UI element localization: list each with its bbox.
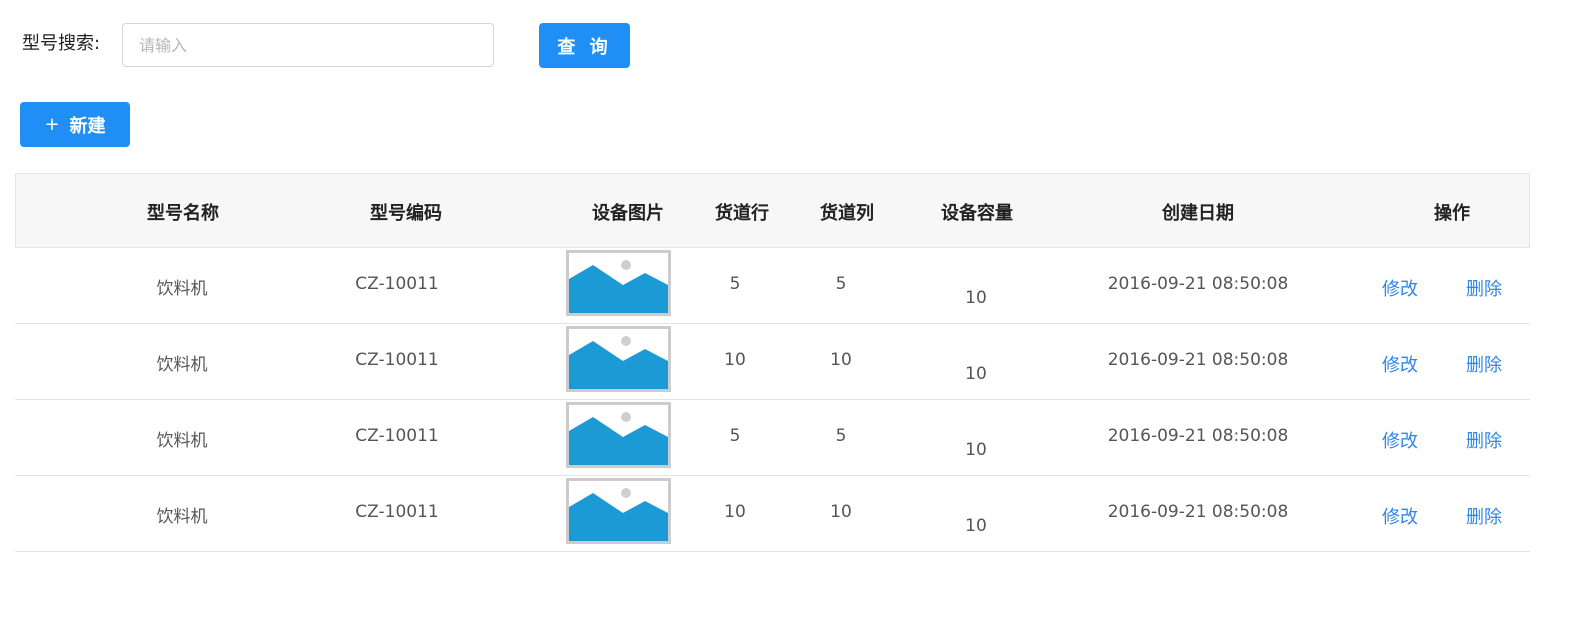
cell-model-code: CZ-10011: [355, 274, 439, 294]
add-model-button[interactable]: + 新建: [20, 102, 130, 147]
cell-created-date: 2016-09-21 08:50:08: [1107, 502, 1289, 522]
cell-model-name: 饮料机: [156, 279, 208, 299]
table-row: 饮料机 CZ-10011 5 5 10 2016-09-21 08:50:08 …: [15, 400, 1530, 476]
cell-model-code: CZ-10011: [355, 502, 439, 522]
cell-lane-rows: 5: [729, 274, 741, 294]
col-header-lane-rows: 货道行: [715, 203, 769, 224]
edit-link[interactable]: 修改: [1382, 427, 1418, 453]
cell-capacity: 10: [965, 364, 987, 384]
delete-link[interactable]: 删除: [1466, 427, 1502, 453]
query-button[interactable]: 查 询: [539, 23, 630, 68]
cell-lane-rows: 5: [729, 426, 741, 446]
add-model-label: 新建: [69, 115, 106, 137]
col-header-model-name: 型号名称: [147, 203, 219, 224]
image-placeholder-icon: [566, 478, 671, 544]
table-row: 饮料机 CZ-10011 10 10 10 2016-09-21 08:50:0…: [15, 476, 1530, 552]
cell-capacity: 10: [965, 516, 987, 536]
cell-created-date: 2016-09-21 08:50:08: [1107, 426, 1289, 446]
cell-model-name: 饮料机: [156, 355, 208, 375]
cell-created-date: 2016-09-21 08:50:08: [1107, 350, 1289, 370]
cell-capacity: 10: [965, 440, 987, 460]
col-header-device-image: 设备图片: [592, 203, 664, 224]
edit-link[interactable]: 修改: [1382, 351, 1418, 377]
table-body: 饮料机 CZ-10011 5 5 10 2016-09-21 08:50:08 …: [15, 248, 1530, 552]
col-header-created-date: 创建日期: [1162, 203, 1234, 224]
col-header-model-code: 型号编码: [370, 203, 442, 224]
cell-model-name: 饮料机: [156, 431, 208, 451]
image-placeholder-icon: [566, 402, 671, 468]
plus-icon: +: [44, 114, 60, 135]
col-header-lane-cols: 货道列: [820, 203, 874, 224]
cell-created-date: 2016-09-21 08:50:08: [1107, 274, 1289, 294]
cell-lane-cols: 10: [830, 502, 852, 522]
search-label: 型号搜索:: [22, 33, 101, 54]
col-header-actions: 操作: [1434, 203, 1470, 224]
cell-capacity: 10: [965, 288, 987, 308]
table-row: 饮料机 CZ-10011 5 5 10 2016-09-21 08:50:08 …: [15, 248, 1530, 324]
delete-link[interactable]: 删除: [1466, 503, 1502, 529]
cell-lane-rows: 10: [724, 350, 746, 370]
image-placeholder-icon: [566, 250, 671, 316]
col-header-capacity: 设备容量: [941, 203, 1013, 224]
cell-lane-cols: 5: [835, 426, 847, 446]
cell-lane-cols: 10: [830, 350, 852, 370]
image-placeholder-icon: [566, 326, 671, 392]
search-input[interactable]: [122, 23, 494, 67]
cell-model-name: 饮料机: [156, 507, 208, 527]
model-table: 型号名称 型号编码 设备图片 货道行 货道列 设备容量 创建日期 操作 饮料机 …: [15, 173, 1530, 552]
cell-model-code: CZ-10011: [355, 350, 439, 370]
edit-link[interactable]: 修改: [1382, 503, 1418, 529]
table-header: 型号名称 型号编码 设备图片 货道行 货道列 设备容量 创建日期 操作: [15, 173, 1530, 248]
cell-lane-rows: 10: [724, 502, 746, 522]
delete-link[interactable]: 删除: [1466, 351, 1502, 377]
cell-lane-cols: 5: [835, 274, 847, 294]
cell-model-code: CZ-10011: [355, 426, 439, 446]
edit-link[interactable]: 修改: [1382, 275, 1418, 301]
table-row: 饮料机 CZ-10011 10 10 10 2016-09-21 08:50:0…: [15, 324, 1530, 400]
delete-link[interactable]: 删除: [1466, 275, 1502, 301]
